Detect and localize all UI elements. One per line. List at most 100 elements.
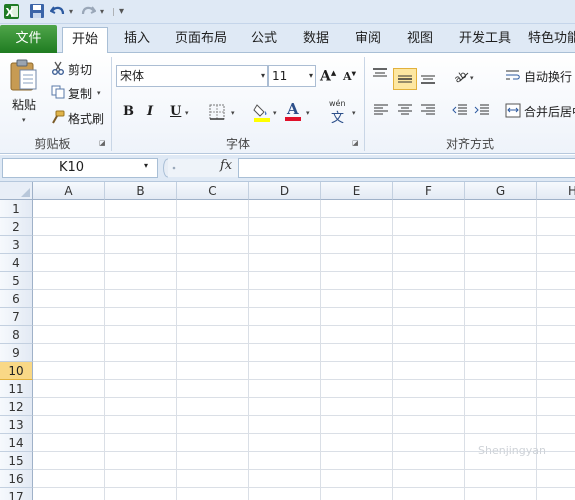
row-header-13[interactable]: 13 [0, 416, 33, 434]
font-name-select[interactable]: 宋体 ▾ [116, 65, 268, 87]
cell-d7[interactable] [249, 308, 321, 326]
cell-f12[interactable] [393, 398, 465, 416]
paste-dropdown-icon[interactable]: ▾ [22, 116, 26, 124]
cell-e17[interactable] [321, 488, 393, 500]
cell-d9[interactable] [249, 344, 321, 362]
column-header-h[interactable]: H [537, 182, 575, 200]
row-header-15[interactable]: 15 [0, 452, 33, 470]
insert-function-button[interactable]: fx [220, 158, 232, 173]
paste-icon[interactable] [8, 58, 42, 94]
row-header-9[interactable]: 9 [0, 344, 33, 362]
tab-special-features[interactable]: 特色功能 [528, 27, 575, 53]
cell-c3[interactable] [177, 236, 249, 254]
column-header-e[interactable]: E [321, 182, 393, 200]
cell-f6[interactable] [393, 290, 465, 308]
cell-d3[interactable] [249, 236, 321, 254]
fill-color-icon[interactable] [253, 102, 271, 125]
cell-a9[interactable] [33, 344, 105, 362]
cell-d11[interactable] [249, 380, 321, 398]
cell-b3[interactable] [105, 236, 177, 254]
font-color-button[interactable]: A [284, 100, 302, 122]
cell-g8[interactable] [465, 326, 537, 344]
align-top-icon[interactable] [372, 67, 388, 84]
row-header-8[interactable]: 8 [0, 326, 33, 344]
cell-h17[interactable] [537, 488, 575, 500]
row-header-7[interactable]: 7 [0, 308, 33, 326]
cell-f10[interactable] [393, 362, 465, 380]
underline-dropdown-icon[interactable]: ▾ [185, 109, 189, 117]
row-header-5[interactable]: 5 [0, 272, 33, 290]
cell-f7[interactable] [393, 308, 465, 326]
cell-e5[interactable] [321, 272, 393, 290]
cell-d2[interactable] [249, 218, 321, 236]
cell-f5[interactable] [393, 272, 465, 290]
cell-f9[interactable] [393, 344, 465, 362]
column-header-a[interactable]: A [33, 182, 105, 200]
font-launcher-icon[interactable]: ◪ [352, 139, 360, 147]
cell-c14[interactable] [177, 434, 249, 452]
copy-dropdown-icon[interactable]: ▾ [97, 89, 101, 97]
cell-e4[interactable] [321, 254, 393, 272]
row-header-2[interactable]: 2 [0, 218, 33, 236]
font-color-dropdown-icon[interactable]: ▾ [306, 109, 310, 117]
cell-c10[interactable] [177, 362, 249, 380]
row-header-6[interactable]: 6 [0, 290, 33, 308]
cell-b13[interactable] [105, 416, 177, 434]
cell-b9[interactable] [105, 344, 177, 362]
row-header-11[interactable]: 11 [0, 380, 33, 398]
cell-e7[interactable] [321, 308, 393, 326]
cell-a2[interactable] [33, 218, 105, 236]
cell-h3[interactable] [537, 236, 575, 254]
save-icon[interactable] [29, 3, 45, 20]
cell-e13[interactable] [321, 416, 393, 434]
cell-f3[interactable] [393, 236, 465, 254]
cell-a13[interactable] [33, 416, 105, 434]
cell-e3[interactable] [321, 236, 393, 254]
border-dropdown-icon[interactable]: ▾ [231, 109, 235, 117]
cell-d5[interactable] [249, 272, 321, 290]
tab-data[interactable]: 数据 [295, 27, 337, 53]
cell-b16[interactable] [105, 470, 177, 488]
cell-g17[interactable] [465, 488, 537, 500]
fill-color-dropdown-icon[interactable]: ▾ [273, 109, 277, 117]
cell-g12[interactable] [465, 398, 537, 416]
cell-g7[interactable] [465, 308, 537, 326]
cell-e1[interactable] [321, 200, 393, 218]
tab-home[interactable]: 开始 [62, 27, 108, 54]
cell-g1[interactable] [465, 200, 537, 218]
cell-e12[interactable] [321, 398, 393, 416]
cell-h2[interactable] [537, 218, 575, 236]
cell-b17[interactable] [105, 488, 177, 500]
tab-insert[interactable]: 插入 [114, 27, 160, 53]
cell-b12[interactable] [105, 398, 177, 416]
chevron-down-icon[interactable]: ▾ [144, 161, 148, 170]
cell-h9[interactable] [537, 344, 575, 362]
cell-d14[interactable] [249, 434, 321, 452]
italic-button[interactable]: I [147, 104, 153, 119]
cell-a10[interactable] [33, 362, 105, 380]
tab-file[interactable]: 文件 [0, 25, 57, 53]
orientation-dropdown-icon[interactable]: ▾ [470, 74, 474, 82]
cell-g10[interactable] [465, 362, 537, 380]
align-center-icon[interactable] [397, 103, 413, 120]
row-header-12[interactable]: 12 [0, 398, 33, 416]
customize-qat-icon[interactable]: ▾ [119, 6, 125, 18]
cell-c16[interactable] [177, 470, 249, 488]
cell-g2[interactable] [465, 218, 537, 236]
cell-c12[interactable] [177, 398, 249, 416]
cell-a8[interactable] [33, 326, 105, 344]
cell-f15[interactable] [393, 452, 465, 470]
tab-developer[interactable]: 开发工具 [453, 27, 517, 53]
shrink-font-button[interactable]: A▼ [343, 70, 356, 83]
align-left-icon[interactable] [373, 103, 389, 120]
cell-a1[interactable] [33, 200, 105, 218]
font-size-select[interactable]: 11 ▾ [268, 65, 316, 87]
clipboard-launcher-icon[interactable]: ◪ [99, 139, 107, 147]
cell-h10[interactable] [537, 362, 575, 380]
tab-review[interactable]: 审阅 [347, 27, 389, 53]
cell-e14[interactable] [321, 434, 393, 452]
cell-c9[interactable] [177, 344, 249, 362]
cell-b1[interactable] [105, 200, 177, 218]
cell-b11[interactable] [105, 380, 177, 398]
cell-g3[interactable] [465, 236, 537, 254]
